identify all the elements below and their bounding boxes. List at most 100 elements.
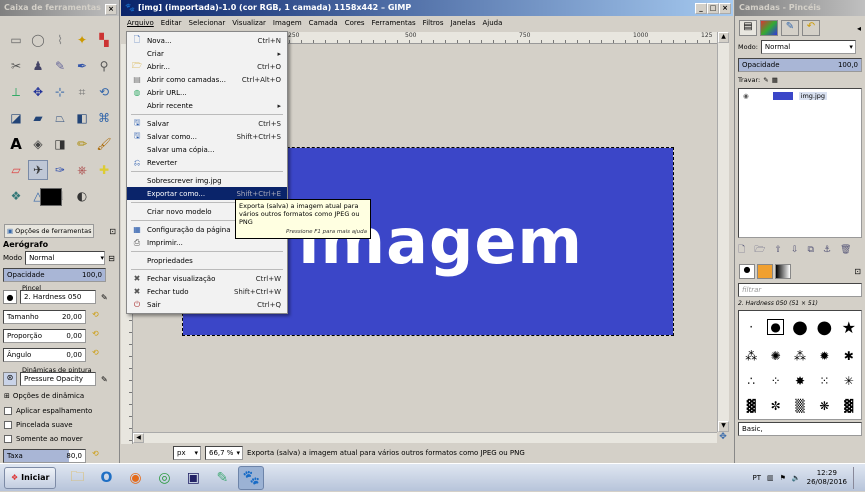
layer-opacity-slider[interactable]: Opacidade 100,0 xyxy=(738,58,862,72)
blend-tool-icon[interactable]: ◨ xyxy=(50,134,70,154)
menu-item-new[interactable]: 🗋 Nova... Ctrl+N xyxy=(127,34,287,47)
chrome-taskbar-icon[interactable]: ◎ xyxy=(151,466,177,490)
minimize-button[interactable]: _ xyxy=(695,3,707,14)
gimp-taskbar-icon[interactable]: 🐾 xyxy=(238,465,265,490)
brush-item[interactable]: ✺ xyxy=(771,349,781,363)
color-swatches[interactable] xyxy=(40,188,74,216)
menu-camada[interactable]: Camada xyxy=(309,19,338,27)
brush-tag-input[interactable]: Basic, xyxy=(738,422,862,436)
menu-item-open[interactable]: 🗁 Abrir... Ctrl+O xyxy=(127,60,287,73)
zoom-select[interactable]: 66,7 % ▾ xyxy=(205,446,243,460)
brush-item[interactable]: ✼ xyxy=(771,399,781,413)
move-tool-icon[interactable]: ✥ xyxy=(28,82,48,102)
dock-menu-icon[interactable]: ◂ xyxy=(857,24,861,33)
brush-item[interactable]: ● xyxy=(817,317,833,338)
channels-tab-icon[interactable] xyxy=(760,20,778,36)
undo-tab-icon[interactable]: ↶ xyxy=(802,20,820,36)
close-button[interactable]: × xyxy=(719,3,731,14)
dodge-tool-icon[interactable]: ◐ xyxy=(72,186,92,206)
menu-ferramentas[interactable]: Ferramentas xyxy=(372,19,416,27)
scroll-left-icon[interactable]: ◀ xyxy=(133,433,144,443)
new-group-icon[interactable]: 🗁 xyxy=(754,242,765,258)
zoom-tool-icon[interactable]: ⚲ xyxy=(94,56,114,76)
brush-item[interactable]: ⁙ xyxy=(819,374,829,388)
menu-ajuda[interactable]: Ajuda xyxy=(482,19,502,27)
eraser-tool-icon[interactable]: ▱ xyxy=(6,160,26,180)
brush-item[interactable]: ▓ xyxy=(747,399,756,413)
smooth-stroke-checkbox[interactable]: Pincelada suave xyxy=(4,421,73,429)
menu-imagem[interactable]: Imagem xyxy=(273,19,302,27)
flip-tool-icon[interactable]: ◧ xyxy=(72,108,92,128)
navigate-icon[interactable]: ✥ xyxy=(717,432,729,443)
free-select-tool-icon[interactable]: ⌇ xyxy=(50,30,70,50)
airbrush-tool-icon[interactable]: ✈ xyxy=(28,160,48,180)
gradients-tab-icon[interactable] xyxy=(775,264,791,279)
delete-layer-icon[interactable]: 🗑 xyxy=(840,245,851,255)
paths-tool-icon[interactable]: ✎ xyxy=(50,56,70,76)
brush-item[interactable]: ⁂ xyxy=(794,349,806,363)
align-tool-icon[interactable]: ⊹ xyxy=(50,82,70,102)
size-reset-icon[interactable]: ⟲ xyxy=(92,310,99,319)
paintbrush-tool-icon[interactable]: 🖌 xyxy=(94,134,114,154)
explorer-taskbar-icon[interactable]: 🗀 xyxy=(64,466,90,490)
mode-reset-icon[interactable]: ⊟ xyxy=(108,254,115,263)
brush-field[interactable]: 2. Hardness 050 xyxy=(20,290,96,304)
dynamics-field[interactable]: Pressure Opacity xyxy=(20,372,96,386)
color-select-tool-icon[interactable]: ▚ xyxy=(94,30,114,50)
brush-dock-menu-icon[interactable]: ⊡ xyxy=(854,267,861,276)
rotate-tool-icon[interactable]: ⟲ xyxy=(94,82,114,102)
dynamics-edit-icon[interactable]: ✎ xyxy=(101,375,108,384)
heal-tool-icon[interactable]: ✚ xyxy=(94,160,114,180)
network-icon[interactable]: ▥ xyxy=(767,474,774,482)
menu-editar[interactable]: Editar xyxy=(161,19,182,27)
ellipse-select-tool-icon[interactable]: ◯ xyxy=(28,30,48,50)
layers-titlebar[interactable]: Camadas - Pincéis xyxy=(735,0,865,16)
size-slider[interactable]: Tamanho 20,00 xyxy=(3,310,86,324)
outlook-taskbar-icon[interactable]: O xyxy=(93,466,119,490)
color-picker-tool-icon[interactable]: ✒ xyxy=(72,56,92,76)
unit-select[interactable]: px ▾ xyxy=(173,446,201,460)
menu-item-close-all[interactable]: ✖ Fechar tudo Shift+Ctrl+W xyxy=(127,285,287,298)
scale-tool-icon[interactable]: ◪ xyxy=(6,108,26,128)
maximize-button[interactable]: □ xyxy=(707,3,719,14)
clock[interactable]: 12:29 26/08/2016 xyxy=(807,469,847,487)
brushes-tab-icon[interactable]: ● xyxy=(739,264,755,279)
patterns-tab-icon[interactable] xyxy=(757,264,773,279)
foreground-select-tool-icon[interactable]: ♟ xyxy=(28,56,48,76)
image-window-titlebar[interactable]: 🐾 [img] (importada)-1.0 (cor RGB, 1 camad… xyxy=(121,0,733,16)
paths-tab-icon[interactable]: ✎ xyxy=(781,20,799,36)
toolbox-close-button[interactable]: × xyxy=(105,3,117,15)
brush-grid[interactable]: · ● ● ● ★ ⁂ ✺ ⁂ ✹ ✱ ∴ ⁘ ✸ ⁙ ✳ ▓ ✼ ▒ ❋ ▓ xyxy=(738,310,862,420)
bucket-fill-tool-icon[interactable]: ◈ xyxy=(28,134,48,154)
angle-slider[interactable]: Ângulo 0,00 xyxy=(3,348,86,362)
menu-selecionar[interactable]: Selecionar xyxy=(189,19,226,27)
rate-slider[interactable]: Taxa 80,0 xyxy=(3,449,86,463)
mode-select[interactable]: Normal ▾ xyxy=(25,251,106,265)
menu-item-open-url[interactable]: ◍ Abrir URL... xyxy=(127,86,287,99)
brush-edit-icon[interactable]: ✎ xyxy=(101,293,108,302)
ratio-reset-icon[interactable]: ⟲ xyxy=(92,329,99,338)
menu-arquivo[interactable]: Arquivo xyxy=(127,19,154,27)
menu-item-properties[interactable]: Propriedades xyxy=(127,254,287,267)
brush-item[interactable]: ❋ xyxy=(819,399,829,413)
brush-item[interactable]: ⁘ xyxy=(771,374,781,388)
crop-tool-icon[interactable]: ⌗ xyxy=(72,82,92,102)
brush-item[interactable]: ✸ xyxy=(795,374,805,388)
anchor-layer-icon[interactable]: ⚓ xyxy=(823,245,831,255)
brush-item[interactable]: ⁂ xyxy=(745,349,757,363)
scissors-tool-icon[interactable]: ✂ xyxy=(6,56,26,76)
foreground-color[interactable] xyxy=(40,188,62,206)
duplicate-layer-icon[interactable]: ⧉ xyxy=(808,245,814,255)
opacity-slider[interactable]: Opacidade 100,0 xyxy=(3,268,106,282)
menu-visualizar[interactable]: Visualizar xyxy=(232,19,266,27)
menu-item-open-as-layers[interactable]: ▤ Abrir como camadas... Ctrl+Alt+O xyxy=(127,73,287,86)
menu-item-overwrite[interactable]: Sobrescrever img.jpg xyxy=(127,174,287,187)
brush-item[interactable]: ∴ xyxy=(747,374,755,388)
toolbox-titlebar[interactable]: Caixa de ferramentas × xyxy=(0,0,119,16)
pencil-tool-icon[interactable]: ✏ xyxy=(72,134,92,154)
layers-tab-icon[interactable]: ▤ xyxy=(739,20,757,36)
firefox-taskbar-icon[interactable]: ◉ xyxy=(122,466,148,490)
brush-item[interactable]: ● xyxy=(767,319,784,336)
ink-tool-icon[interactable]: ✑ xyxy=(50,160,70,180)
angle-reset-icon[interactable]: ⟲ xyxy=(92,348,99,357)
